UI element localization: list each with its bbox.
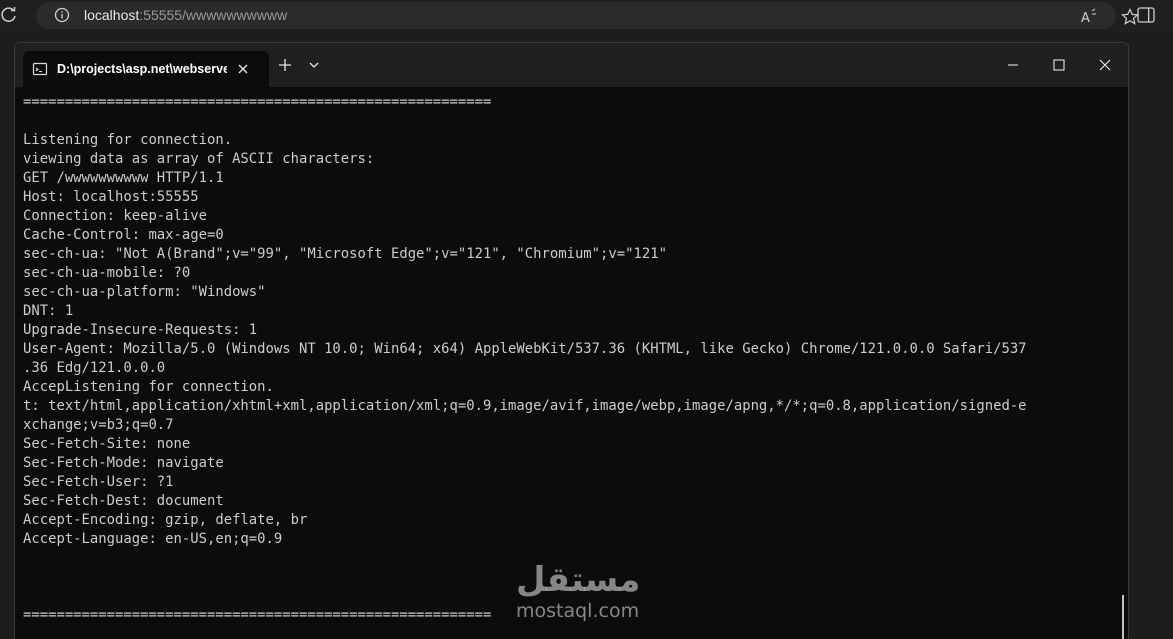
console-icon xyxy=(32,61,48,77)
new-tab-icon[interactable] xyxy=(277,57,293,73)
url-path: :55555/wwwwwwwwww xyxy=(139,7,288,23)
terminal-window: D:\projects\asp.net\webserve ===========… xyxy=(14,42,1129,639)
minimize-icon[interactable] xyxy=(1003,55,1023,75)
close-tab-icon[interactable] xyxy=(235,61,251,77)
browser-toolbar: localhost:55555/wwwwwwwwww A xyxy=(0,0,1173,32)
maximize-icon[interactable] xyxy=(1049,55,1069,75)
url-host: localhost xyxy=(84,7,140,23)
svg-text:A: A xyxy=(1081,11,1090,26)
read-aloud-icon[interactable]: A xyxy=(1080,8,1100,26)
terminal-titlebar[interactable]: D:\projects\asp.net\webserve xyxy=(15,43,1128,87)
sidebar-icon[interactable] xyxy=(1136,6,1156,24)
scrollbar[interactable] xyxy=(1122,595,1124,639)
address-bar[interactable]: localhost:55555/wwwwwwwwww A xyxy=(36,2,1139,29)
url-text[interactable]: localhost:55555/wwwwwwwwww xyxy=(84,7,287,23)
tab-title: D:\projects\asp.net\webserve xyxy=(57,62,227,76)
console-output[interactable]: ========================================… xyxy=(23,93,1118,639)
terminal-tab[interactable]: D:\projects\asp.net\webserve xyxy=(23,51,269,87)
chevron-down-icon[interactable] xyxy=(306,57,322,73)
info-icon[interactable] xyxy=(54,7,70,23)
reload-icon[interactable] xyxy=(0,6,18,24)
close-icon[interactable] xyxy=(1095,55,1115,75)
